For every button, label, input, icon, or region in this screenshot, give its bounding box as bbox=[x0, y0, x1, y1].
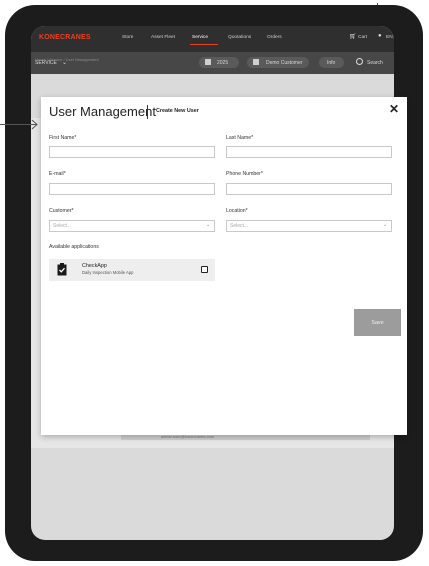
customer-select-placeholder: Select... bbox=[53, 223, 72, 229]
location-select[interactable]: Select... ⌄ bbox=[226, 220, 392, 232]
modal-subtitle: Create New User bbox=[156, 108, 199, 114]
nav-item-orders[interactable]: Orders bbox=[267, 35, 282, 40]
top-nav-bar: KONECRANES Store Asset Fleet Service Quo… bbox=[31, 26, 394, 52]
calendar-icon bbox=[205, 59, 211, 65]
app-card-checkapp[interactable]: CheckApp Daily Inspection Mobile App bbox=[49, 259, 215, 281]
available-applications-label: Available applications bbox=[49, 244, 99, 250]
app-checkbox[interactable] bbox=[201, 266, 208, 273]
last-name-input[interactable] bbox=[226, 146, 392, 158]
nav-item-quotations[interactable]: Quotations bbox=[228, 35, 251, 40]
brand-logo[interactable]: KONECRANES bbox=[39, 34, 91, 41]
location-label: Location* bbox=[226, 208, 248, 214]
customer-select[interactable]: Select... ⌄ bbox=[49, 220, 215, 232]
customer-selector[interactable]: Demo Customer bbox=[247, 57, 309, 68]
clipboard-check-icon bbox=[57, 263, 67, 276]
nav-item-asset-fleet[interactable]: Asset Fleet bbox=[151, 35, 175, 40]
phone-input[interactable] bbox=[226, 183, 392, 195]
breadcrumb: Home / Service / User Management bbox=[35, 57, 99, 62]
create-user-modal: User Management Create New User ✕ First … bbox=[41, 97, 407, 435]
sub-nav-bar: SERVICE ⌄ 2025 Demo Customer Info Search bbox=[31, 52, 394, 74]
nav-item-service[interactable]: Service bbox=[192, 35, 208, 40]
first-name-input[interactable] bbox=[49, 146, 215, 158]
arrow-right-icon bbox=[31, 119, 38, 130]
year-label: 2025 bbox=[217, 60, 229, 66]
globe-icon[interactable]: ● bbox=[378, 33, 382, 39]
app-name: CheckApp bbox=[82, 263, 107, 269]
nav-item-store[interactable]: Store bbox=[122, 35, 133, 40]
info-button[interactable]: Info bbox=[319, 57, 344, 68]
search-link[interactable]: Search bbox=[367, 60, 383, 66]
info-label: Info bbox=[327, 60, 336, 66]
building-icon bbox=[253, 59, 259, 65]
cart-link[interactable]: Cart bbox=[358, 35, 367, 40]
year-selector[interactable]: 2025 bbox=[199, 57, 239, 68]
chevron-down-icon: ⌄ bbox=[383, 222, 388, 228]
search-icon[interactable] bbox=[356, 58, 363, 65]
phone-label: Phone Number* bbox=[226, 171, 263, 177]
app-description: Daily Inspection Mobile App bbox=[82, 270, 134, 275]
email-label: E-mail* bbox=[49, 171, 66, 177]
save-button[interactable]: Save bbox=[354, 309, 401, 336]
close-icon[interactable]: ✕ bbox=[389, 102, 399, 116]
last-name-label: Last Name* bbox=[226, 135, 254, 141]
email-input[interactable] bbox=[49, 183, 215, 195]
customer-label: Customer* bbox=[49, 208, 74, 214]
title-divider bbox=[147, 105, 148, 119]
nav-active-indicator bbox=[190, 44, 218, 45]
first-name-label: First Name* bbox=[49, 135, 77, 141]
cart-icon[interactable]: 🛒︎ bbox=[349, 33, 357, 40]
modal-title: User Management bbox=[49, 104, 156, 119]
location-select-placeholder: Select... bbox=[230, 223, 249, 229]
chevron-down-icon: ⌄ bbox=[206, 222, 211, 228]
customer-label: Demo Customer bbox=[266, 60, 303, 66]
language-selector[interactable]: EN bbox=[386, 35, 393, 40]
